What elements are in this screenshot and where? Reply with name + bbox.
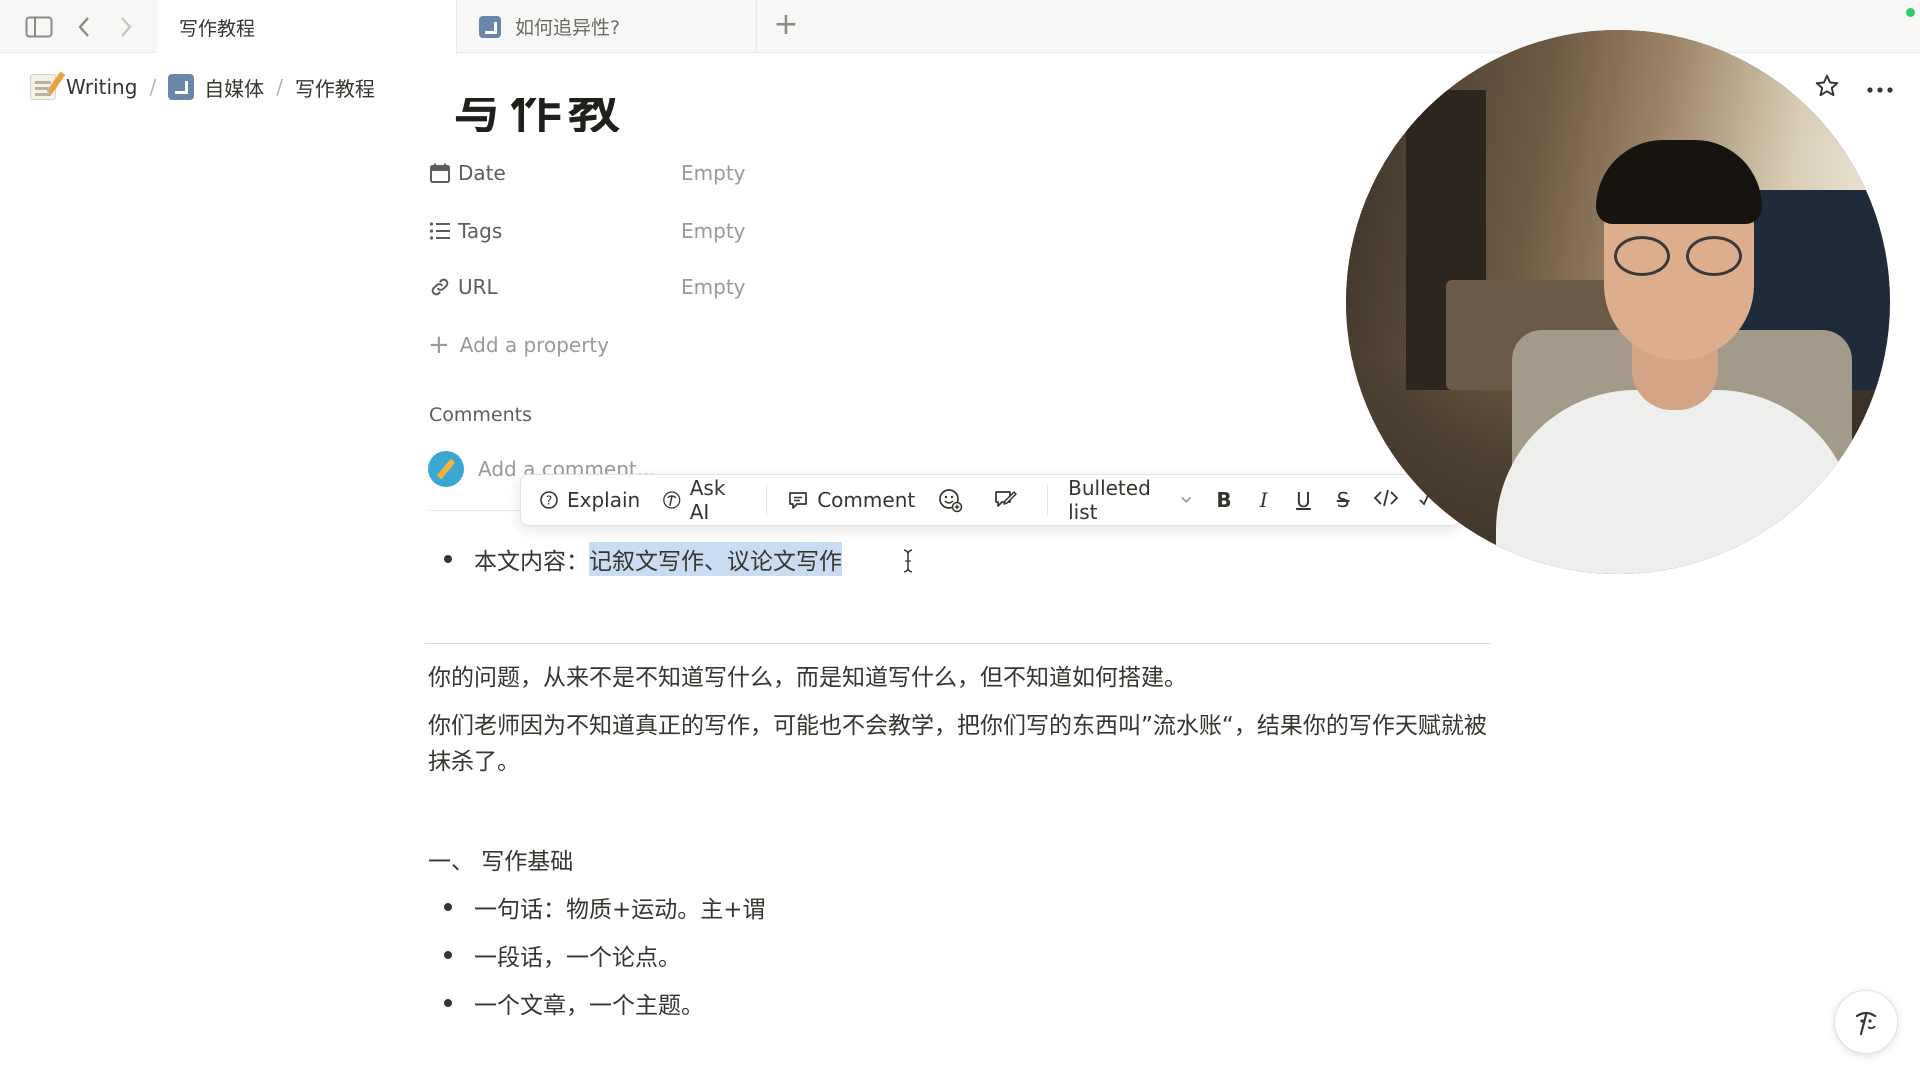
tab-label: 如何追异性? — [515, 17, 621, 39]
tab-how-to[interactable]: 如何追异性? — [457, 0, 757, 53]
toolbar-separator — [766, 485, 768, 515]
edit-bubble-icon — [995, 491, 1017, 507]
svg-text:?: ? — [546, 494, 552, 508]
plus-icon: + — [428, 330, 450, 360]
new-tab-button[interactable]: + — [770, 10, 802, 44]
chevron-down-icon — [1180, 496, 1191, 503]
text-cursor-icon — [902, 548, 914, 574]
emoji-add-icon — [939, 489, 963, 513]
underline-button[interactable]: U — [1294, 488, 1314, 512]
arrow-box-icon — [168, 74, 195, 100]
property-url[interactable]: URL Empty — [428, 270, 746, 304]
explain-label: Explain — [567, 488, 641, 512]
bullet-dot — [444, 999, 452, 1007]
emoji-reaction-button[interactable] — [937, 487, 971, 513]
sidebar-toggle-icon[interactable] — [24, 12, 54, 42]
bold-button[interactable]: B — [1214, 488, 1234, 512]
tab-writing-tutorial[interactable]: 写作教程 — [157, 0, 457, 54]
page-title[interactable]: 写作教程 — [452, 98, 672, 132]
webcam-overlay — [1346, 30, 1890, 574]
list-item[interactable]: 一个文章，一个主题。 — [444, 986, 704, 1020]
avatar — [428, 451, 464, 487]
add-property-button[interactable]: + Add a property — [428, 328, 609, 362]
selection-toolbar: ? Explain Ask AI Comment Bulleted list B… — [520, 474, 1460, 526]
property-value[interactable]: Empty — [681, 161, 746, 185]
bullet-dot — [444, 951, 452, 959]
status-indicator — [1906, 8, 1915, 17]
property-name: Date — [458, 161, 506, 185]
breadcrumb-separator: / — [149, 75, 157, 99]
ask-ai-label: Ask AI — [689, 476, 726, 524]
breadcrumb-item-writing[interactable]: Writing — [30, 74, 137, 100]
strikethrough-button[interactable]: S — [1333, 488, 1353, 512]
list-item-text: 一段话，一个论点。 — [474, 945, 681, 971]
breadcrumb-item-current[interactable]: 写作教程 — [295, 73, 375, 102]
horizontal-divider — [425, 643, 1491, 644]
list-item[interactable]: 一段话，一个论点。 — [444, 938, 681, 972]
breadcrumb-separator: / — [276, 75, 283, 99]
paragraph[interactable]: 你们老师因为不知道真正的写作，可能也不会教学，把你们写的东西叫”流水账“，结果你… — [428, 708, 1494, 780]
breadcrumb-label: 自媒体 — [204, 76, 265, 101]
breadcrumb-item-self-media[interactable]: 自媒体 — [168, 73, 264, 102]
suggest-edit-button[interactable] — [993, 488, 1025, 512]
add-property-label: Add a property — [459, 333, 610, 357]
selected-text: 记叙文写作、议论文写作 — [589, 542, 842, 576]
calendar-icon — [428, 161, 452, 185]
property-tags[interactable]: Tags Empty — [428, 214, 746, 248]
link-icon — [428, 275, 452, 299]
property-value[interactable]: Empty — [681, 275, 746, 299]
list-icon — [428, 219, 452, 243]
list-item[interactable]: 一句话：物质+运动。主+谓 — [444, 890, 766, 924]
property-name: URL — [458, 275, 498, 299]
ai-assistant-button[interactable] — [1834, 990, 1898, 1054]
ai-face-icon — [1855, 1011, 1877, 1036]
tab-label: 写作教程 — [179, 17, 256, 40]
ask-ai-button[interactable]: Ask AI — [662, 476, 744, 524]
help-circle-icon: ? — [540, 491, 558, 509]
property-date[interactable]: Date Empty — [428, 156, 746, 190]
arrow-box-icon — [479, 15, 501, 38]
memo-icon — [30, 74, 56, 100]
ai-face-icon — [663, 491, 681, 509]
forward-icon[interactable] — [114, 12, 138, 42]
section-heading[interactable]: 一、 写作基础 — [428, 842, 573, 876]
code-icon[interactable] — [1373, 488, 1399, 513]
comments-heading: Comments — [429, 404, 532, 426]
toolbar-separator — [1047, 485, 1049, 515]
italic-button[interactable]: I — [1254, 488, 1274, 512]
explain-button[interactable]: ? Explain — [539, 488, 640, 512]
block-type-label: Bulleted list — [1068, 476, 1151, 524]
property-name: Tags — [458, 219, 503, 243]
bullet-dot — [444, 555, 452, 563]
comment-label: Comment — [817, 488, 916, 512]
list-item-text: 一个文章，一个主题。 — [474, 993, 704, 1019]
comment-button[interactable]: Comment — [787, 488, 915, 512]
paragraph[interactable]: 你的问题，从来不是不知道写什么，而是知道写什么，但不知道如何搭建。 — [428, 660, 1494, 696]
bullet-dot — [444, 903, 452, 911]
back-icon[interactable] — [72, 12, 96, 42]
property-value[interactable]: Empty — [681, 219, 746, 243]
summary-prefix: 本文内容： — [474, 549, 589, 575]
list-item-summary[interactable]: 本文内容： 记叙文写作、议论文写作 — [444, 542, 842, 576]
breadcrumb-label: 写作教程 — [294, 76, 375, 101]
breadcrumb-label: Writing — [66, 75, 138, 99]
speech-bubble-icon — [789, 492, 808, 509]
block-type-dropdown[interactable]: Bulleted list — [1068, 476, 1192, 524]
breadcrumb: Writing / 自媒体 / 写作教程 — [30, 70, 375, 104]
list-item-text: 一句话：物质+运动。主+谓 — [474, 897, 766, 923]
